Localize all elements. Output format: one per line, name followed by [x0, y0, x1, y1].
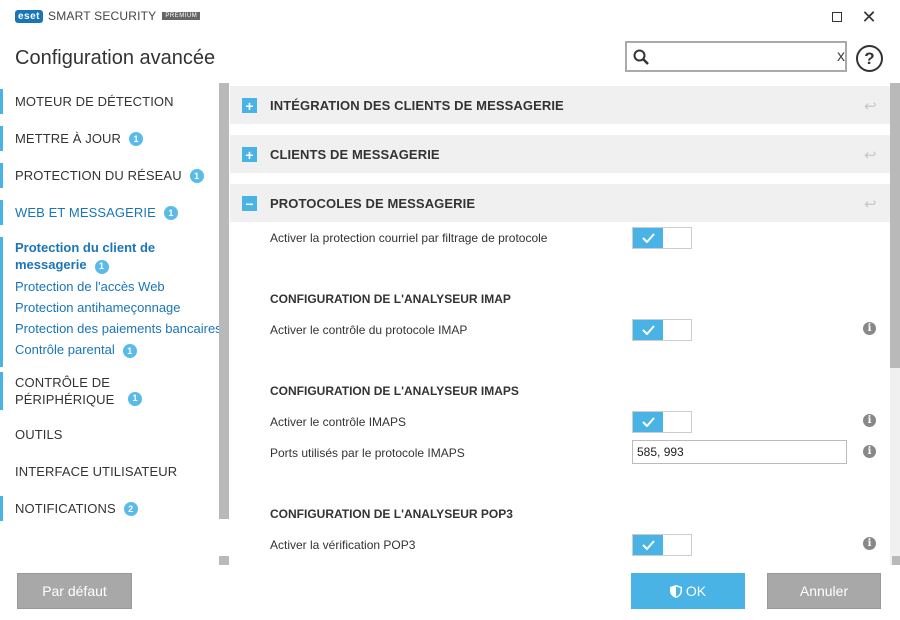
- pop3-section-heading: CONFIGURATION DE L'ANALYSEUR POP3: [270, 507, 513, 521]
- notification-badge: 2: [123, 501, 138, 516]
- scrollbar-thumb[interactable]: [890, 83, 900, 368]
- sidebar-item-label: METTRE À JOUR: [15, 131, 122, 146]
- sidebar-subitem-label: Protection antihameçonnage: [15, 299, 181, 315]
- info-icon[interactable]: i: [863, 414, 876, 427]
- sidebar-item-notifications[interactable]: NOTIFICATIONS 2: [0, 490, 230, 527]
- collapse-icon[interactable]: −: [242, 196, 257, 211]
- expand-icon[interactable]: +: [242, 98, 257, 113]
- sidebar-item-label: MOTEUR DE DÉTECTION: [15, 94, 174, 109]
- sidebar-item-web-and-email[interactable]: WEB ET MESSAGERIE 1: [0, 194, 230, 231]
- default-button[interactable]: Par défaut: [17, 573, 132, 609]
- imap-enable-toggle[interactable]: [632, 319, 692, 341]
- search-icon: [633, 48, 649, 66]
- section-title: PROTOCOLES DE MESSAGERIE: [270, 196, 476, 211]
- imap-enable-label: Activer le contrôle du protocole IMAP: [270, 323, 468, 337]
- sidebar-subitem-label: Protection de l'accès Web: [15, 278, 165, 294]
- clear-search-icon[interactable]: x: [837, 48, 845, 66]
- product-name: SMART SECURITY: [48, 9, 157, 23]
- section-email-clients[interactable]: + CLIENTS DE MESSAGERIE ↩: [230, 135, 890, 173]
- sidebar-subitem-antiphishing[interactable]: Protection antihameçonnage: [15, 297, 230, 318]
- close-button[interactable]: ✕: [858, 6, 880, 28]
- sidebar-item-label: WEB ET MESSAGERIE: [15, 205, 156, 220]
- maximize-icon: [832, 12, 842, 22]
- cancel-button[interactable]: Annuler: [767, 573, 881, 609]
- notification-badge: 1: [94, 259, 109, 274]
- sidebar-subitem-label: Contrôle parental: [15, 341, 115, 357]
- help-button[interactable]: ?: [856, 45, 883, 72]
- sidebar-subitem-email-client-protection[interactable]: Protection du client de messagerie 1: [15, 237, 230, 276]
- revert-icon[interactable]: ↩: [864, 97, 877, 115]
- sidebar-subitem-label: Protection du client de messagerie: [15, 240, 156, 272]
- info-icon[interactable]: i: [863, 445, 876, 458]
- sidebar-item-label: NOTIFICATIONS: [15, 501, 116, 516]
- sidebar: MOTEUR DE DÉTECTION METTRE À JOUR 1 PROT…: [0, 83, 230, 565]
- imap-section-heading: CONFIGURATION DE L'ANALYSEUR IMAP: [270, 292, 511, 306]
- sidebar-item-label: PROTECTION DU RÉSEAU: [15, 168, 182, 183]
- close-icon: ✕: [861, 6, 877, 27]
- sidebar-item-detection-engine[interactable]: MOTEUR DE DÉTECTION: [0, 83, 230, 120]
- ok-button[interactable]: OK: [631, 573, 745, 609]
- pop3-enable-toggle[interactable]: [632, 534, 692, 556]
- info-icon[interactable]: i: [863, 322, 876, 335]
- notification-badge: 1: [163, 205, 178, 220]
- content-scrollbar[interactable]: [890, 83, 900, 565]
- checkmark-icon: [633, 228, 663, 248]
- ok-button-label: OK: [685, 583, 707, 599]
- sidebar-scrollbar[interactable]: [219, 83, 229, 519]
- title-bar: eset SMART SECURITY PREMIUM ✕: [0, 0, 900, 32]
- sidebar-subitem-banking-protection[interactable]: Protection des paiements bancaires: [15, 318, 230, 339]
- app-logo: eset SMART SECURITY PREMIUM: [15, 9, 201, 23]
- section-title: CLIENTS DE MESSAGERIE: [270, 147, 440, 162]
- checkmark-icon: [633, 412, 663, 432]
- sidebar-item-label: OUTILS: [15, 427, 63, 442]
- notification-badge: 1: [129, 131, 144, 146]
- search-input[interactable]: [649, 49, 837, 64]
- section-title: INTÉGRATION DES CLIENTS DE MESSAGERIE: [270, 98, 564, 113]
- imaps-section-heading: CONFIGURATION DE L'ANALYSEUR IMAPS: [270, 384, 519, 398]
- sidebar-item-device-control[interactable]: CONTRÔLE DE PÉRIPHÉRIQUE 1: [0, 366, 230, 416]
- notification-badge: 1: [128, 391, 142, 406]
- sidebar-subitem-parental-control[interactable]: Contrôle parental 1: [15, 339, 230, 361]
- section-email-client-integration[interactable]: + INTÉGRATION DES CLIENTS DE MESSAGERIE …: [230, 86, 890, 124]
- shield-icon: [669, 584, 682, 598]
- sidebar-scroll-handle[interactable]: [219, 556, 229, 565]
- section-email-protocols[interactable]: − PROTOCOLES DE MESSAGERIE ↩: [230, 184, 890, 222]
- sidebar-item-label: CONTRÔLE DE PÉRIPHÉRIQUE: [15, 375, 115, 407]
- sidebar-subitems: Protection du client de messagerie 1 Prot…: [0, 231, 230, 367]
- sidebar-subitem-web-access-protection[interactable]: Protection de l'accès Web: [15, 276, 230, 297]
- maximize-button[interactable]: [826, 6, 848, 28]
- revert-icon[interactable]: ↩: [864, 146, 877, 164]
- sidebar-item-label: INTERFACE UTILISATEUR: [15, 464, 178, 479]
- revert-icon[interactable]: ↩: [864, 195, 877, 213]
- notification-badge: 1: [189, 168, 204, 183]
- page-title: Configuration avancée: [15, 47, 216, 69]
- content-scroll-handle[interactable]: [892, 556, 900, 565]
- checkmark-icon: [633, 320, 663, 340]
- filter-protocol-toggle[interactable]: [632, 227, 692, 249]
- sidebar-item-network-protection[interactable]: PROTECTION DU RÉSEAU 1: [0, 157, 230, 194]
- sidebar-item-user-interface[interactable]: INTERFACE UTILISATEUR: [0, 453, 230, 490]
- sidebar-item-update[interactable]: METTRE À JOUR 1: [0, 120, 230, 157]
- imaps-ports-input[interactable]: [632, 440, 847, 464]
- search-box: x: [625, 41, 847, 72]
- eset-logo: eset: [15, 9, 44, 23]
- notification-badge: 1: [122, 344, 137, 358]
- settings-panel: + INTÉGRATION DES CLIENTS DE MESSAGERIE …: [230, 83, 890, 565]
- pop3-enable-label: Activer la vérification POP3: [270, 538, 416, 552]
- sidebar-item-tools[interactable]: OUTILS: [0, 416, 230, 453]
- filter-protocol-label: Activer la protection courriel par filtr…: [270, 231, 548, 245]
- sidebar-subitem-label: Protection des paiements bancaires: [15, 320, 222, 336]
- product-badge: PREMIUM: [162, 12, 201, 20]
- info-icon[interactable]: i: [863, 537, 876, 550]
- imaps-enable-label: Activer le contrôle IMAPS: [270, 415, 407, 429]
- imaps-enable-toggle[interactable]: [632, 411, 692, 433]
- checkmark-icon: [633, 535, 663, 555]
- imaps-ports-label: Ports utilisés par le protocole IMAPS: [270, 446, 465, 460]
- expand-icon[interactable]: +: [242, 147, 257, 162]
